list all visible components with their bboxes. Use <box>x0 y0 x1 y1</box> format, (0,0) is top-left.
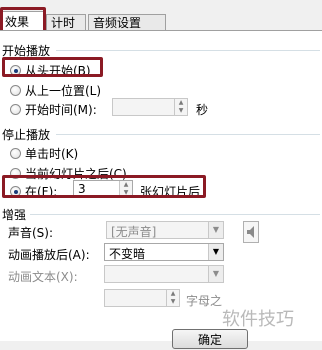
highlight-from-beginning <box>2 57 103 77</box>
volume-button[interactable] <box>243 221 259 243</box>
on-click-label: 单击时(K) <box>25 147 79 161</box>
start-time-spinner[interactable]: ▲ ▼ <box>174 99 187 115</box>
animate-text-label: 动画文本(X): <box>8 270 78 284</box>
radio-on-click[interactable] <box>10 148 21 159</box>
tab-strip: 效果 计时 音频设置 <box>0 0 322 31</box>
sound-dropdown-arrow[interactable]: ▼ <box>208 222 223 238</box>
after-animation-dropdown[interactable]: 不变暗 ▼ <box>104 243 224 261</box>
enhance-separator <box>30 214 320 215</box>
start-separator <box>56 50 320 51</box>
tab-audio-label: 音频设置 <box>93 16 142 30</box>
highlight-after-slides <box>2 175 206 198</box>
radio-start-time[interactable] <box>10 104 21 115</box>
start-time-label: 开始时间(M): <box>25 103 97 117</box>
after-animation-label: 动画播放后(A): <box>8 248 90 262</box>
ok-button[interactable]: 确定 <box>172 329 248 349</box>
tab-timing-label: 计时 <box>51 16 76 30</box>
enhance-section-label: 增强 <box>2 208 27 222</box>
letter-delay-input[interactable]: ▲ ▼ <box>104 289 180 307</box>
animate-text-dropdown[interactable]: ▼ <box>104 265 224 283</box>
tab-audio-settings[interactable]: 音频设置 <box>88 14 166 30</box>
watermark-text: 软件技巧 <box>222 309 294 330</box>
seconds-unit: 秒 <box>196 103 209 117</box>
stop-separator <box>56 134 320 135</box>
animate-text-dropdown-arrow[interactable]: ▼ <box>208 266 223 282</box>
after-animation-value: 不变暗 <box>109 247 146 261</box>
radio-from-last-position[interactable] <box>10 85 21 96</box>
stop-section-label: 停止播放 <box>2 128 51 142</box>
sound-value: [无声音] <box>111 225 157 239</box>
sound-dropdown[interactable]: [无声音] ▼ <box>106 221 224 239</box>
speaker-icon <box>247 226 254 238</box>
start-time-input[interactable]: ▲ ▼ <box>112 98 188 116</box>
ok-button-label: 确定 <box>197 333 222 347</box>
letter-delay-suffix: 字母之 <box>186 294 223 308</box>
from-last-position-label: 从上一位置(L) <box>25 84 102 98</box>
tab-timing[interactable]: 计时 <box>46 14 86 30</box>
after-animation-dropdown-arrow[interactable]: ▼ <box>208 244 223 260</box>
sound-label: 声音(S): <box>8 226 54 240</box>
letter-delay-spinner[interactable]: ▲ ▼ <box>166 290 179 306</box>
